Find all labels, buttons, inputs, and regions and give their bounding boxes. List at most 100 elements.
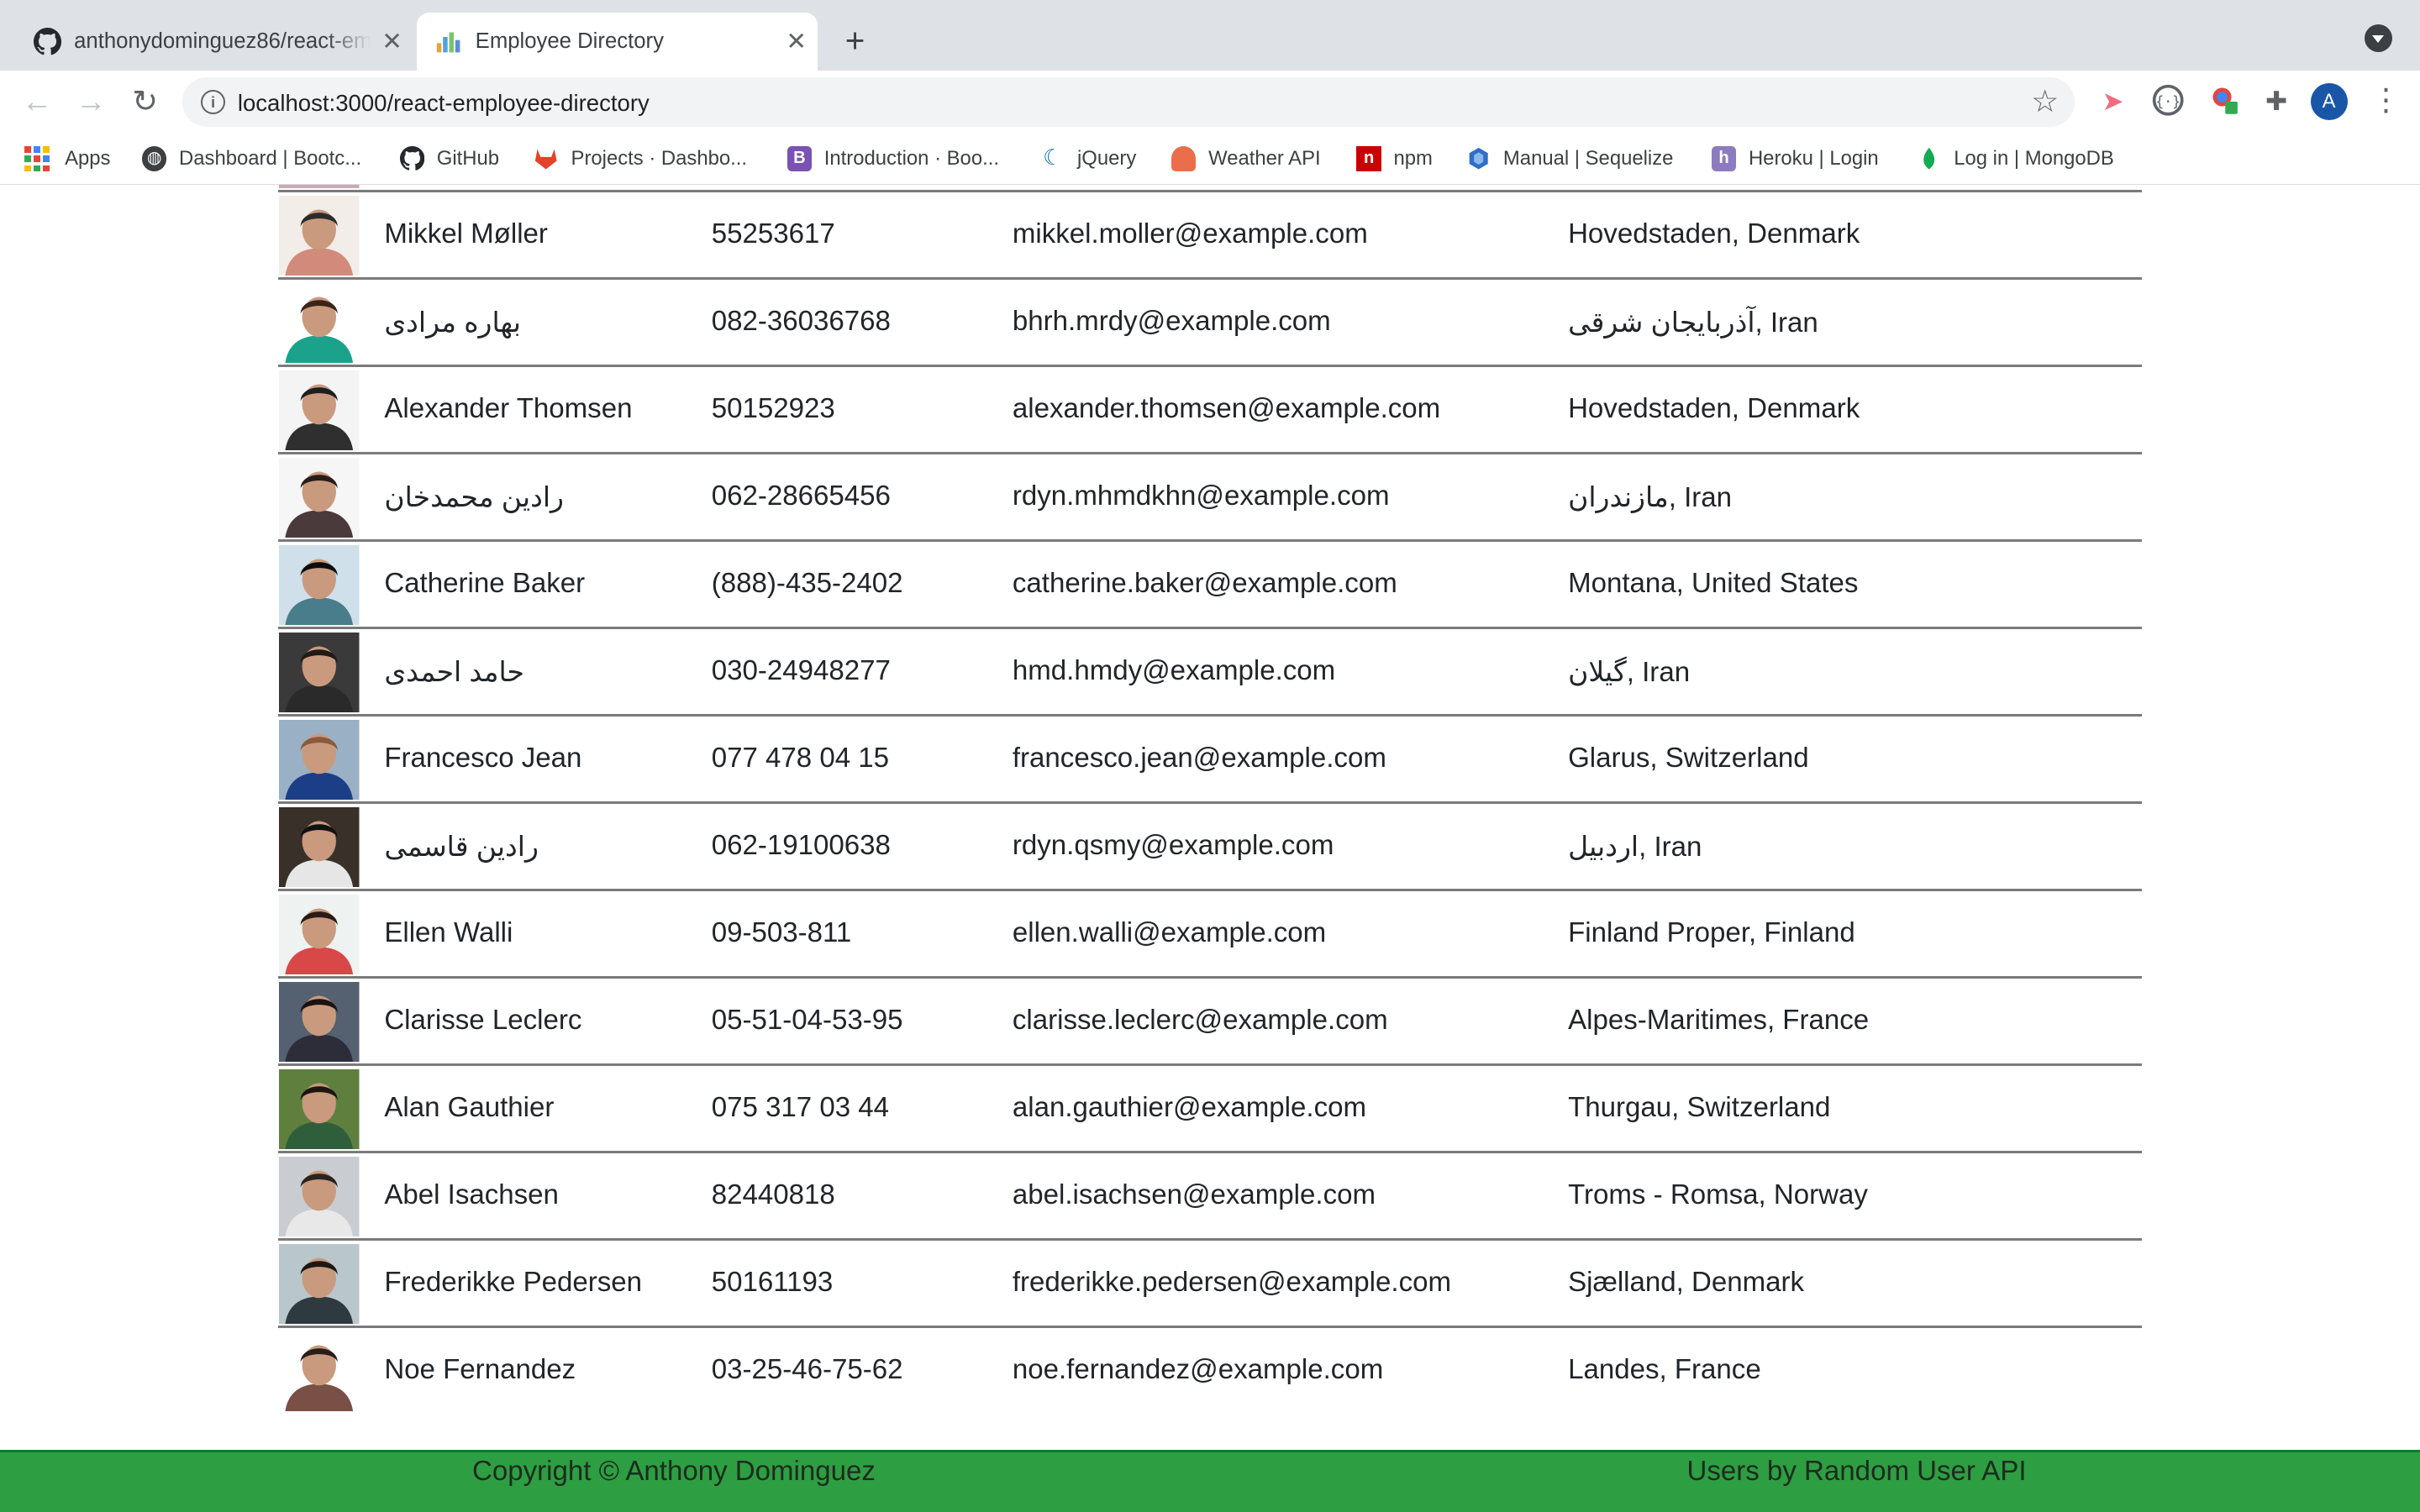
kebab-menu-icon[interactable]: ⋮ [2370,82,2402,120]
back-arrow-icon[interactable]: ← [18,83,55,120]
bookmark-label: npm [1393,147,1433,171]
bookmark-npm[interactable]: n npm [1356,144,1433,175]
avatar [279,544,360,626]
bookmark-jquery[interactable]: ☾ jQuery [1040,144,1136,175]
avatar [279,1156,360,1237]
employee-email: frederikke.pedersen@example.com [1012,1267,1452,1299]
svg-text:{·}: {·} [2156,94,2181,110]
avatar [279,1331,360,1412]
avatar [279,1068,360,1150]
employee-phone: 50152923 [711,393,835,425]
avatar [279,282,360,364]
avatar [279,457,360,538]
close-icon[interactable]: ✕ [775,27,818,56]
apps-grid-icon [24,146,50,171]
browser-toolbar: ← → ↻ i localhost:3000/react-employee-di… [0,71,2420,133]
employee-phone: 030-24948277 [711,655,891,687]
employee-phone: (888)-435-2402 [711,568,903,600]
jquery-icon: ☾ [1043,146,1063,171]
table-row: Noe Fernandez 03-25-46-75-62 noe.fernandez… [278,1328,2143,1413]
bookmark-dashboard[interactable]: ◍ Dashboard | Bootc... [141,144,362,175]
tab-employee-directory[interactable]: Employee Directory ✕ [416,12,818,71]
table-row: Frederikke Pedersen 50161193 frederikke.pe… [277,1241,2143,1329]
employee-location: Montana, United States [1568,568,1859,600]
profile-avatar[interactable]: A [2310,83,2348,121]
employee-phone: 05-51-04-53-95 [711,1005,903,1037]
extension-icon[interactable] [2207,83,2244,120]
employee-email: ellen.walli@example.com [1012,917,1327,949]
bookmark-mongodb[interactable]: Log in | MongoDB [1917,144,2114,175]
employee-table: Mikkel Møller 55253617 mikkel.moller@examp… [277,185,2143,1413]
info-icon[interactable]: i [200,89,226,115]
employee-phone: 09-503-811 [711,917,852,949]
employee-phone: 062-19100638 [711,830,891,862]
table-row: بهاره مرادی 082-36036768 bhrh.mrdy@example… [277,280,2143,367]
employee-location: آذربایجان شرقی, Iran [1568,307,1818,339]
employee-location: Glarus, Switzerland [1568,743,1809,774]
employee-phone: 50161193 [711,1267,834,1299]
employee-name: Mikkel Møller [384,218,548,250]
bookmark-bootstrap[interactable]: B Introduction · Boo... [786,144,999,175]
page-content: Mikkel Møller 55253617 mikkel.moller@examp… [0,185,2420,1512]
footer: Copyright © Anthony Dominguez Users by R… [0,1450,2420,1512]
bookmark-label: Projects · Dashbo... [571,147,748,171]
reload-icon[interactable]: ↻ [127,83,164,120]
employee-email: catherine.baker@example.com [1012,568,1397,600]
bookmark-weather[interactable]: Weather API [1171,144,1321,175]
avatar [279,1243,360,1325]
employee-location: گیلان, Iran [1568,657,1691,689]
extension-icon[interactable]: ➤ [2094,83,2131,120]
tab-title: Employee Directory [475,29,664,54]
extension-icon[interactable]: {·} [2150,83,2187,120]
employee-name: رادین قاسمی [384,832,539,864]
table-row: Ellen Walli 09-503-811 ellen.walli@example… [277,891,2143,979]
table-row: Alan Gauthier 075 317 03 44 alan.gauthier@… [277,1066,2143,1154]
bootstrap-icon: B [786,146,813,171]
employee-location: Troms - Romsa, Norway [1568,1179,1868,1211]
forward-arrow-icon[interactable]: → [72,83,109,120]
employee-name: Frederikke Pedersen [384,1267,643,1299]
employee-email: rdyn.mhmdkhn@example.com [1012,480,1390,512]
table-row: رادین قاسمی 062-19100638 rdyn.qsmy@example… [277,804,2143,892]
employee-email: noe.fernandez@example.com [1012,1354,1384,1386]
employee-name: رادین محمدخان [384,482,564,514]
tab-title: anthonydominguez86/react-employee-direct… [74,29,371,54]
bookmark-label: jQuery [1076,147,1137,171]
employee-email: mikkel.moller@example.com [1012,218,1368,250]
avatar [279,981,360,1063]
close-icon[interactable]: ✕ [371,27,413,56]
employee-email: rdyn.qsmy@example.com [1012,830,1334,862]
bookmark-label: Log in | MongoDB [1954,147,2114,171]
globe-icon: ◍ [141,146,167,171]
employee-name: Ellen Walli [384,917,513,949]
tab-github-repo[interactable]: anthonydominguez86/react-employee-direct… [15,13,413,71]
bookmark-heroku[interactable]: h Heroku | Login [1711,144,1879,175]
bookmark-apps[interactable]: Apps [24,144,111,175]
bookmark-label: Dashboard | Bootc... [179,147,362,171]
new-tab-button[interactable]: + [836,22,873,59]
employee-name: Francesco Jean [384,743,582,774]
bookmark-sequelize[interactable]: Manual | Sequelize [1466,144,1673,175]
employee-name: Clarisse Leclerc [384,1005,582,1037]
employee-phone: 82440818 [711,1179,835,1211]
address-bar[interactable]: i localhost:3000/react-employee-director… [182,76,2075,127]
employee-phone: 077 478 04 15 [711,743,890,774]
bookmark-label: GitHub [436,147,500,171]
table-row: حامد احمدی 030-24948277 hmd.hmdy@example.c… [277,629,2143,717]
github-icon [399,146,425,171]
tab-search-icon[interactable] [2364,24,2392,53]
npm-icon: n [1356,146,1381,171]
employee-email: clarisse.leclerc@example.com [1012,1005,1388,1037]
employee-email: francesco.jean@example.com [1012,743,1386,774]
employee-phone: 03-25-46-75-62 [711,1354,903,1386]
bookmark-star-icon[interactable]: ☆ [2031,83,2059,119]
table-row: Mikkel Møller 55253617 mikkel.moller@examp… [277,192,2143,280]
puzzle-icon[interactable]: ✚ [2258,83,2295,120]
table-row: Clarisse Leclerc 05-51-04-53-95 clarisse.l… [277,979,2143,1067]
footer-credit: Users by Random User API [1686,1456,2027,1488]
employee-location: Thurgau, Switzerland [1568,1092,1831,1124]
bookmark-gitlab[interactable]: Projects · Dashbo... [534,144,747,175]
employee-location: Finland Proper, Finland [1568,917,1855,949]
bookmark-github[interactable]: GitHub [399,144,500,175]
employee-email: abel.isachsen@example.com [1012,1179,1376,1211]
